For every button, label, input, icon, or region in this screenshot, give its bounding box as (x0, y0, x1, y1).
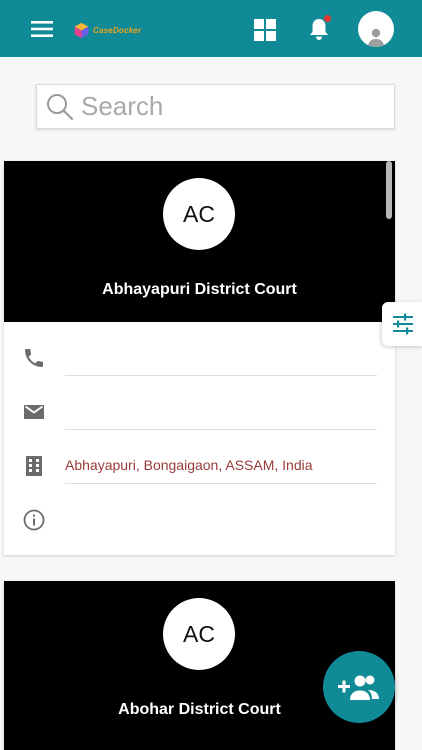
notifications-button[interactable] (305, 15, 333, 43)
user-avatar[interactable] (358, 11, 394, 47)
grid-icon (254, 19, 276, 41)
building-icon (26, 456, 42, 476)
brand-name: CaseDocker (93, 25, 142, 35)
add-group-fab[interactable] (323, 651, 395, 723)
court-name: Abhayapuri District Court (102, 281, 297, 298)
phone-row[interactable] (4, 322, 395, 376)
info-row[interactable] (4, 484, 395, 538)
filter-button[interactable] (382, 302, 422, 346)
address-row[interactable]: Abhayapuri, Bongaigaon, ASSAM, India (4, 430, 395, 484)
search-icon (47, 93, 74, 120)
search-input[interactable] (81, 91, 371, 122)
group-add-icon (338, 675, 379, 700)
court-initials-avatar: AC (163, 598, 235, 670)
address-value: Abhayapuri, Bongaigaon, ASSAM, India (65, 457, 313, 473)
search-bar[interactable] (36, 84, 395, 129)
email-icon (24, 405, 44, 419)
filter-icon (393, 313, 413, 335)
user-silhouette-icon (368, 28, 384, 47)
brand-logo[interactable]: CaseDocker (73, 20, 141, 40)
info-icon (23, 509, 45, 531)
email-row[interactable] (4, 376, 395, 430)
court-card-header: AC Abhayapuri District Court (4, 161, 395, 322)
dashboard-grid-button[interactable] (252, 17, 278, 43)
menu-button[interactable] (28, 16, 56, 42)
court-card[interactable]: AC Abhayapuri District Court Abhayapuri,… (4, 161, 395, 555)
court-list-view: AC Abhayapuri District Court (0, 57, 422, 750)
court-initials-avatar: AC (163, 178, 235, 250)
top-app-bar: CaseDocker (0, 0, 422, 57)
menu-icon (31, 21, 53, 37)
logo-cube-icon (74, 22, 89, 38)
phone-icon (25, 349, 43, 367)
notification-dot (324, 15, 331, 22)
scrollbar-thumb[interactable] (386, 161, 392, 219)
